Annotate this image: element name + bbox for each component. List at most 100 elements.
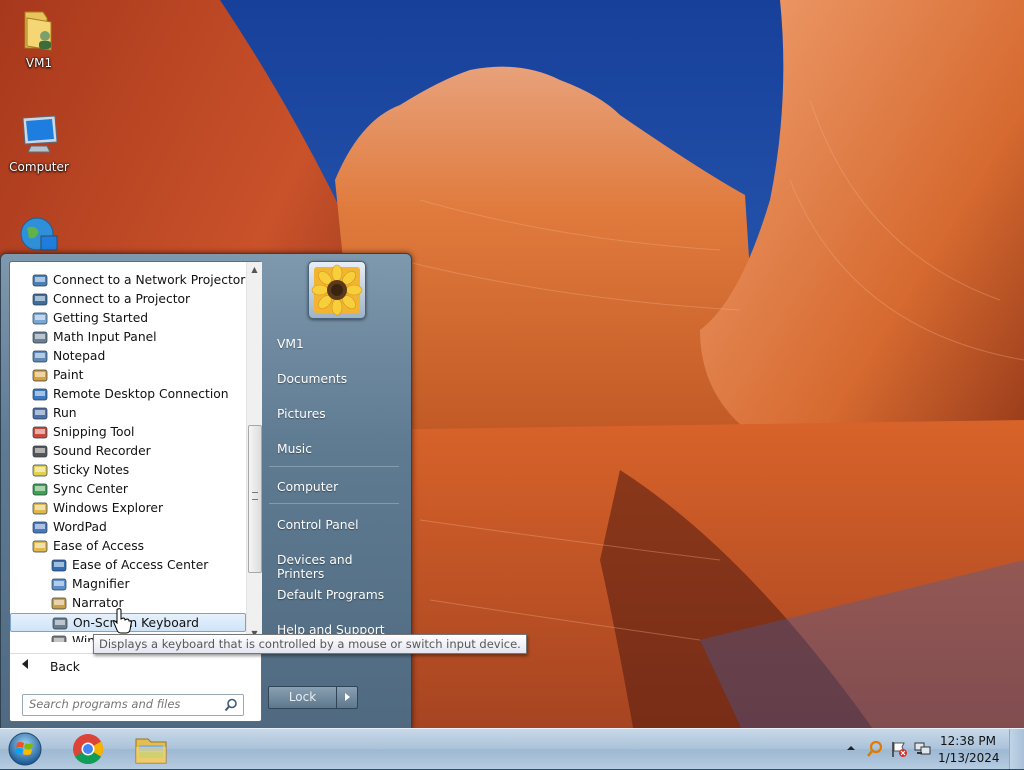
program-item[interactable]: Snipping Tool [10, 423, 244, 442]
hand-cursor-icon [113, 608, 132, 634]
action-center-flag-icon[interactable] [890, 740, 908, 758]
magnifier-icon [51, 577, 67, 592]
keyboard-icon [52, 616, 68, 631]
start-menu: Connect to a Network Projector Connect to… [0, 253, 412, 730]
program-item-label: Run [53, 406, 77, 420]
scroll-thumb[interactable] [248, 425, 262, 573]
program-item-label: Remote Desktop Connection [53, 387, 229, 401]
start-menu-place-label: Documents [277, 372, 348, 386]
run-icon [32, 406, 48, 421]
start-menu-place-music[interactable]: Music [267, 439, 403, 461]
chevron-right-icon [345, 693, 350, 701]
program-item[interactable]: Sound Recorder [10, 442, 244, 461]
search-input[interactable] [29, 697, 215, 711]
program-item[interactable]: Math Input Panel [10, 328, 244, 347]
start-button[interactable] [6, 731, 44, 767]
program-item-label: Sync Center [53, 482, 128, 496]
microphone-icon [51, 634, 67, 642]
chrome-icon [73, 734, 104, 765]
start-menu-place-computer[interactable]: Computer [267, 477, 403, 499]
lock-button[interactable]: Lock [268, 686, 337, 709]
program-item-label: Ease of Access [53, 539, 145, 553]
notepad-icon [32, 349, 48, 364]
start-menu-place-vm1[interactable]: VM1 [267, 334, 403, 356]
start-menu-place-label: Control Panel [277, 518, 359, 532]
clock-time[interactable]: 12:38 PM [938, 734, 998, 748]
start-menu-place-pictures[interactable]: Pictures [267, 404, 403, 426]
program-item[interactable]: Ease of Access [10, 537, 244, 556]
user-folder-icon [17, 8, 61, 52]
network-tray-icon[interactable] [914, 740, 932, 758]
program-item[interactable]: WordPad [10, 518, 244, 537]
start-menu-place-default-programs[interactable]: Default Programs [267, 585, 403, 607]
program-item-label: Math Input Panel [53, 330, 157, 344]
search-icon[interactable] [224, 698, 238, 712]
file-explorer-icon [135, 738, 167, 764]
sync-center-icon [32, 482, 48, 497]
taskbar: 12:38 PM 1/13/2024 [0, 728, 1024, 769]
program-item-label: Notepad [53, 349, 106, 363]
taskbar-chrome-button[interactable] [63, 731, 113, 767]
back-button[interactable]: Back [10, 653, 261, 676]
program-item-label: Magnifier [72, 577, 130, 591]
program-item[interactable]: Windows Explorer [10, 499, 244, 518]
desktop-icon-vm1[interactable]: VM1 [1, 8, 77, 70]
folder-icon [32, 501, 48, 516]
show-desktop-button[interactable] [1009, 729, 1024, 769]
snipping-tool-icon [32, 425, 48, 440]
show-hidden-icons-arrow-icon[interactable] [846, 743, 856, 753]
program-item[interactable]: Connect to a Projector [10, 290, 244, 309]
program-item-label: On-Screen Keyboard [73, 616, 199, 630]
start-menu-place-label: Pictures [277, 407, 326, 421]
program-item[interactable]: Sticky Notes [10, 461, 244, 480]
program-item[interactable]: Run [10, 404, 244, 423]
program-item-label: Getting Started [53, 311, 149, 325]
program-tooltip: Displays a keyboard that is controlled b… [93, 634, 527, 654]
search-magnifier-tray-icon[interactable] [866, 740, 884, 758]
taskbar-explorer-button[interactable] [126, 731, 176, 767]
start-menu-place-label: Default Programs [277, 588, 385, 602]
program-item-label: WordPad [53, 520, 107, 534]
program-item-label: Ease of Access Center [72, 558, 209, 572]
desktop-icon-label: VM1 [25, 56, 53, 70]
start-menu-place-label: Music [277, 442, 312, 456]
ease-of-access-icon [51, 558, 67, 573]
menu-separator [269, 503, 399, 504]
narrator-icon [51, 596, 67, 611]
remote-desktop-icon [32, 387, 48, 402]
program-item-label: Sound Recorder [53, 444, 151, 458]
program-item-label: Connect to a Projector [53, 292, 191, 306]
math-input-icon [32, 330, 48, 345]
program-item[interactable]: Ease of Access Center [10, 556, 244, 575]
sticky-notes-icon [32, 463, 48, 478]
program-item[interactable]: Sync Center [10, 480, 244, 499]
back-arrow-icon [22, 659, 28, 669]
program-item-label: Snipping Tool [53, 425, 135, 439]
all-programs-list: Connect to a Network Projector Connect to… [10, 262, 246, 642]
start-menu-place-devices-and-printers[interactable]: Devices and Printers [267, 550, 403, 581]
menu-separator [269, 466, 399, 467]
programs-scrollbar[interactable]: ▲ ▼ [246, 262, 262, 642]
scroll-up-arrow-icon[interactable]: ▲ [247, 262, 262, 278]
program-item[interactable]: Paint [10, 366, 244, 385]
network-projector-icon [32, 273, 48, 288]
program-item-label: Windows Explorer [53, 501, 163, 515]
program-item[interactable]: Magnifier [10, 575, 244, 594]
program-item[interactable]: Getting Started [10, 309, 244, 328]
start-menu-place-label: Computer [277, 480, 339, 494]
search-box[interactable] [22, 694, 244, 716]
program-item-label: Sticky Notes [53, 463, 130, 477]
clock-date[interactable]: 1/13/2024 [938, 751, 1000, 765]
desktop-icon-computer[interactable]: Computer [1, 112, 77, 174]
paint-icon [32, 368, 48, 383]
start-menu-place-control-panel[interactable]: Control Panel [267, 515, 403, 537]
start-menu-place-documents[interactable]: Documents [267, 369, 403, 391]
desktop-icon-label: Computer [9, 160, 69, 174]
microphone-icon [32, 444, 48, 459]
power-options-arrow-button[interactable] [336, 686, 358, 709]
user-account-picture[interactable] [308, 261, 366, 319]
program-item-label: Connect to a Network Projector [53, 273, 246, 287]
program-item[interactable]: Notepad [10, 347, 244, 366]
program-item[interactable]: Connect to a Network Projector [10, 271, 246, 290]
program-item[interactable]: Remote Desktop Connection [10, 385, 244, 404]
